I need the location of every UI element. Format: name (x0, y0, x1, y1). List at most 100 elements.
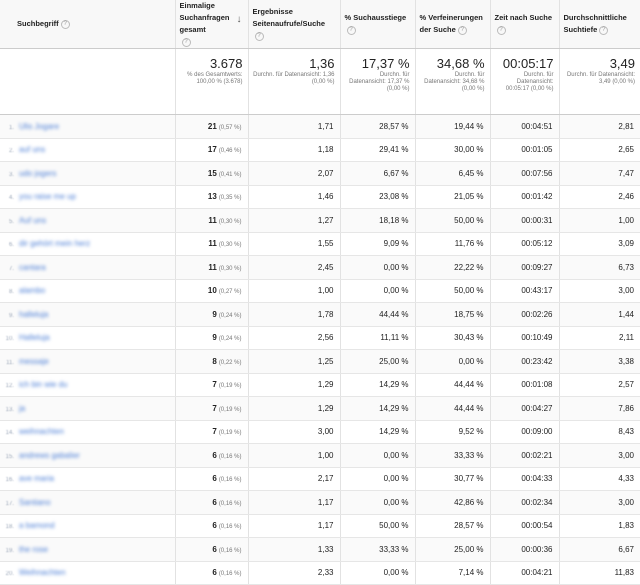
exit-cell: 50,00 % (340, 514, 416, 538)
help-icon[interactable]: ? (346, 25, 356, 35)
results-cell: 1,29 (248, 373, 341, 397)
time-cell: 00:01:08 (490, 373, 560, 397)
search-term-link[interactable]: ich bin wie du (19, 380, 67, 389)
search-term-link[interactable]: messaje (19, 357, 49, 366)
unique-searches-value: 7 (212, 380, 217, 390)
refine-cell: 30,00 % (415, 138, 491, 162)
unique-searches-value: 21 (207, 121, 217, 131)
exit-cell: 0,00 % (340, 490, 416, 515)
unique-searches-value: 15 (207, 168, 217, 178)
col-header-refine[interactable]: % Verfeinerungen der Suche? (415, 0, 491, 49)
help-icon[interactable]: ? (457, 25, 467, 35)
search-term-link[interactable]: dir gehört mein herz (19, 239, 90, 248)
table-row: 14. weihnachten 7 (0,19 %) 3,00 14,29 % 9,52 %… (0, 420, 640, 444)
refine-cell: 33,33 % (415, 443, 491, 468)
unique-searches-percent: (0,24 %) (218, 336, 242, 343)
depth-cell: 3,00 (559, 490, 640, 515)
sort-descending-icon[interactable]: ↓ (237, 14, 242, 26)
unique-searches-percent: (0,35 %) (218, 195, 242, 202)
time-cell: 00:02:26 (490, 302, 560, 327)
exit-cell: 14,29 % (340, 373, 416, 397)
search-term-link[interactable]: ja (19, 404, 25, 413)
col-header-term[interactable]: Suchbegriff? (0, 0, 176, 49)
table-row: 18. a bamond 6 (0,16 %) 1,17 50,00 % 28,57 % 00… (0, 514, 640, 538)
results-cell: 1,33 (248, 537, 341, 562)
summary-subtext: Durchn. für Datenansicht: 17,37 % (0,00 … (349, 72, 410, 92)
summary-subtext: Durchn. für Datenansicht: 3,49 (0,00 %) (566, 72, 635, 85)
table-row: 16. ave maria 6 (0,16 %) 2,17 0,00 % 30,77 % 00… (0, 467, 640, 491)
time-cell: 00:00:54 (490, 514, 560, 538)
help-icon[interactable]: ? (181, 37, 191, 47)
term-cell: 4. you raise me up (0, 185, 176, 209)
unique-cell: 6 (0,16 %) (175, 514, 249, 538)
search-term-link[interactable]: cantara (19, 263, 46, 272)
search-term-link[interactable]: Weihnachten (19, 568, 66, 577)
col-header-depth-label: Durchschnittliche Suchtiefe (563, 13, 627, 34)
col-header-exit[interactable]: % Suchausstiege? (340, 0, 416, 49)
exit-cell: 9,09 % (340, 232, 416, 256)
search-term-link[interactable]: udo jogers (19, 169, 56, 178)
unique-searches-value: 7 (212, 403, 217, 413)
search-term-link[interactable]: a bamond (19, 521, 55, 530)
help-icon[interactable]: ? (496, 25, 506, 35)
unique-searches-percent: (0,22 %) (218, 359, 242, 366)
search-term-link[interactable]: Auf uns (19, 216, 46, 225)
time-cell: 00:04:51 (490, 114, 560, 139)
summary-subtext: Durchn. für Datenansicht: 00:05:17 (0,00… (505, 72, 554, 92)
refine-cell: 21,05 % (415, 185, 491, 209)
results-cell: 1,46 (248, 185, 341, 209)
term-cell: 14. weihnachten (0, 420, 176, 444)
col-header-term-label: Suchbegriff (17, 19, 59, 28)
col-header-depth[interactable]: Durchschnittliche Suchtiefe? (559, 0, 640, 49)
search-term-link[interactable]: halleluja (19, 310, 48, 319)
refine-cell: 18,75 % (415, 302, 491, 327)
time-cell: 00:07:56 (490, 161, 560, 186)
refine-cell: 44,44 % (415, 396, 491, 421)
depth-cell: 2,11 (559, 326, 640, 350)
search-term-link[interactable]: andrews gabalier (19, 451, 80, 460)
row-index: 13. (5, 406, 14, 413)
search-term-link[interactable]: Ulis Jogare (19, 122, 59, 131)
term-cell: 10. Halleluja (0, 326, 176, 350)
refine-cell: 19,44 % (415, 114, 491, 139)
row-index: 18. (5, 524, 14, 531)
row-index: 2. (8, 148, 14, 155)
table-row: 9. halleluja 9 (0,24 %) 1,78 44,44 % 18,75 % 00… (0, 302, 640, 327)
search-term-link[interactable]: weihnachten (19, 427, 64, 436)
search-term-link[interactable]: Santiano (19, 498, 51, 507)
search-term-link[interactable]: ave maria (19, 474, 54, 483)
unique-searches-value: 6 (212, 497, 217, 507)
unique-cell: 7 (0,19 %) (175, 373, 249, 397)
search-term-link[interactable]: auf uns (19, 145, 45, 154)
unique-searches-value: 6 (212, 544, 217, 554)
col-header-unique[interactable]: Einmalige Suchanfragen gesamt ↓? (175, 0, 249, 49)
unique-searches-percent: (0,19 %) (218, 430, 242, 437)
help-icon[interactable]: ? (254, 31, 264, 41)
col-header-results-label: Ergebnisse Seitenaufrufe/Suche (252, 7, 326, 28)
term-cell: 11. messaje (0, 349, 176, 374)
unique-searches-value: 13 (207, 192, 217, 202)
search-term-link[interactable]: the rose (19, 545, 48, 554)
row-index: 3. (8, 171, 14, 178)
unique-cell: 9 (0,24 %) (175, 302, 249, 327)
refine-cell: 25,00 % (415, 537, 491, 562)
exit-cell: 33,33 % (340, 537, 416, 562)
row-index: 1. (8, 124, 14, 131)
help-icon[interactable]: ? (60, 19, 70, 29)
depth-cell: 1,83 (559, 514, 640, 538)
refine-cell: 9,52 % (415, 420, 491, 444)
unique-searches-value: 11 (208, 239, 217, 249)
col-header-time[interactable]: Zeit nach Suche? (490, 0, 560, 49)
term-cell: 16. ave maria (0, 467, 176, 491)
col-header-results[interactable]: Ergebnisse Seitenaufrufe/Suche? (248, 0, 341, 49)
help-icon[interactable]: ? (599, 25, 609, 35)
search-term-link[interactable]: alambo (19, 286, 45, 295)
search-term-link[interactable]: you raise me up (19, 192, 76, 201)
results-cell: 1,71 (248, 114, 341, 139)
search-term-link[interactable]: Halleluja (19, 333, 50, 342)
depth-cell: 7,47 (559, 161, 640, 186)
depth-cell: 3,00 (559, 443, 640, 468)
unique-cell: 15 (0,41 %) (175, 161, 249, 186)
term-cell: 18. a bamond (0, 514, 176, 538)
exit-cell: 0,00 % (340, 443, 416, 468)
